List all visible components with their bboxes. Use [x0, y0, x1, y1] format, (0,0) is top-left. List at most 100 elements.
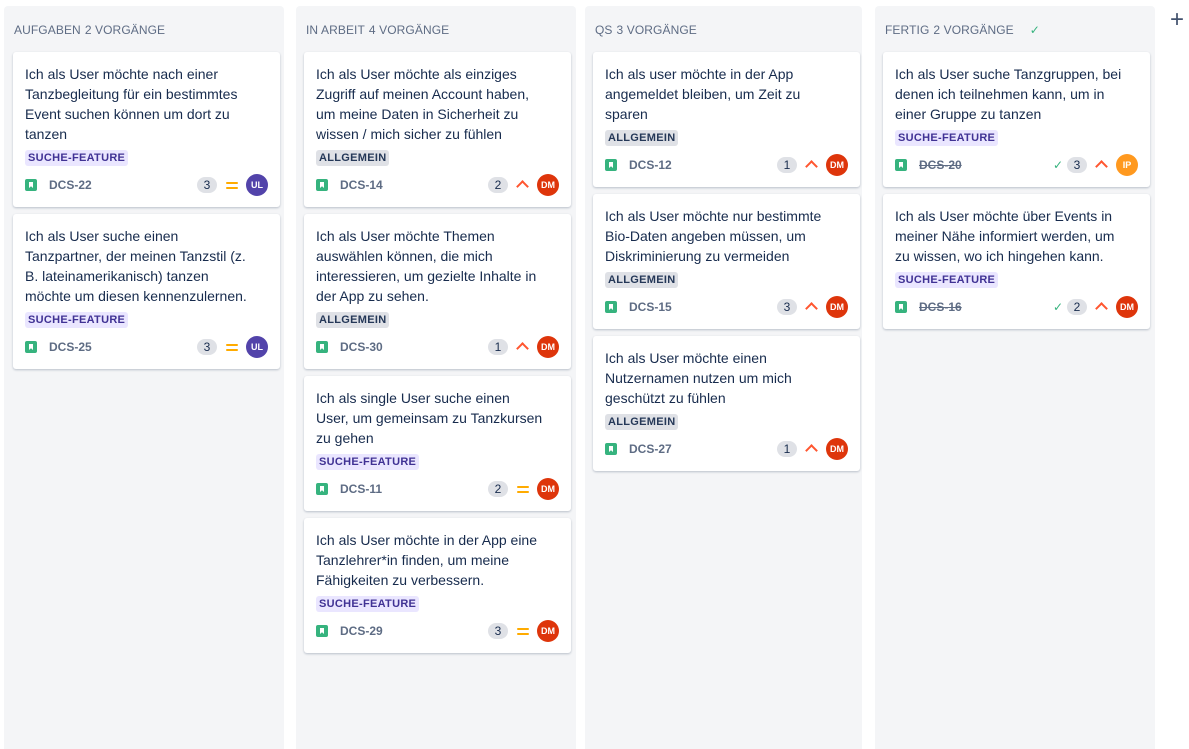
avatar[interactable]: DM [537, 336, 559, 358]
priority-high-icon [1095, 300, 1109, 314]
column-count: 2 VORGÄNGE [84, 23, 166, 37]
card-title: Ich als User möchte nur bestimmte Bio-Da… [605, 208, 822, 264]
priority-high-icon [805, 442, 819, 456]
card-title: Ich als User möchte Themen auswählen kön… [316, 228, 537, 304]
column-header: QS 3 VORGÄNGE [585, 6, 862, 52]
column-title: AUFGABEN [14, 23, 81, 37]
column-title: QS [595, 23, 613, 37]
issue-key[interactable]: DCS-29 [340, 624, 383, 638]
label-badge: SUCHE-FEATURE [25, 150, 129, 166]
label-badge: SUCHE-FEATURE [895, 272, 999, 288]
avatar[interactable]: DM [826, 296, 848, 318]
priority-high-icon [1095, 158, 1109, 172]
card-title: Ich als User möchte als einziges Zugriff… [316, 66, 529, 142]
story-icon [316, 625, 328, 637]
issue-key[interactable]: DCS-20 [919, 158, 962, 172]
issue-card[interactable]: Ich als User möchte Themen auswählen kön… [304, 214, 571, 369]
issue-card[interactable]: Ich als single User suche einen User, um… [304, 376, 571, 511]
column-count: 3 VORGÄNGE [616, 23, 697, 37]
check-icon: ✓ [1029, 23, 1040, 37]
story-icon [895, 301, 907, 313]
column-header: FERTIG 2 VORGÄNGE ✓ [875, 6, 1155, 52]
column-qs: QS 3 VORGÄNGE Ich als user möchte in der… [585, 6, 862, 749]
column-count: 4 VORGÄNGE [368, 23, 450, 37]
story-icon [25, 179, 37, 191]
avatar[interactable]: DM [537, 620, 559, 642]
issue-key[interactable]: DCS-12 [629, 158, 672, 172]
story-icon [605, 443, 617, 455]
label-badge: SUCHE-FEATURE [316, 596, 420, 612]
issue-key[interactable]: DCS-30 [340, 340, 383, 354]
card-title: Ich als User möchte in der App eine Tanz… [316, 532, 538, 588]
card-title: Ich als user möchte in der App angemelde… [605, 66, 801, 122]
priority-medium-icon [225, 178, 239, 192]
issue-key[interactable]: DCS-11 [340, 482, 382, 496]
card-title: Ich als User möchte nach einer Tanzbegle… [25, 66, 238, 142]
avatar[interactable]: DM [537, 478, 559, 500]
story-icon [605, 301, 617, 313]
story-points-badge: 2 [1067, 299, 1087, 315]
issue-card[interactable]: Ich als User möchte nur bestimmte Bio-Da… [593, 194, 860, 329]
avatar[interactable]: DM [826, 154, 848, 176]
column-header: AUFGABEN 2 VORGÄNGE [4, 6, 284, 52]
avatar[interactable]: UL [246, 336, 268, 358]
issue-key[interactable]: DCS-25 [49, 340, 92, 354]
column-count: 2 VORGÄNGE [933, 23, 1014, 37]
priority-medium-icon [516, 624, 530, 638]
story-points-badge: 1 [488, 339, 508, 355]
story-points-badge: 3 [488, 623, 508, 639]
column-in-arbeit: IN ARBEIT 4 VORGÄNGE Ich als User möchte… [296, 6, 576, 749]
priority-high-icon [805, 300, 819, 314]
story-icon [316, 483, 328, 495]
issue-card[interactable]: Ich als User möchte über Events in meine… [883, 194, 1150, 329]
story-points-badge: 1 [777, 441, 797, 457]
story-points-badge: 2 [488, 481, 508, 497]
avatar[interactable]: DM [537, 174, 559, 196]
priority-medium-icon [225, 340, 239, 354]
story-icon [895, 159, 907, 171]
card-title: Ich als single User suche einen User, um… [316, 390, 543, 446]
column-header: IN ARBEIT 4 VORGÄNGE [296, 6, 576, 52]
label-badge: ALLGEMEIN [316, 312, 390, 328]
issue-card[interactable]: Ich als User suche einen Tanzpartner, de… [13, 214, 280, 369]
issue-key[interactable]: DCS-22 [49, 178, 92, 192]
issue-card[interactable]: Ich als User möchte einen Nutzernamen nu… [593, 336, 860, 471]
story-points-badge: 3 [197, 339, 217, 355]
issue-card[interactable]: Ich als User möchte in der App eine Tanz… [304, 518, 571, 653]
add-column-button[interactable]: + [1170, 8, 1184, 32]
priority-medium-icon [516, 482, 530, 496]
card-title: Ich als User suche einen Tanzpartner, de… [25, 228, 247, 304]
issue-card[interactable]: Ich als user möchte in der App angemelde… [593, 52, 860, 187]
story-points-badge: 3 [197, 177, 217, 193]
label-badge: ALLGEMEIN [605, 272, 679, 288]
label-badge: SUCHE-FEATURE [316, 454, 420, 470]
story-icon [605, 159, 617, 171]
issue-key[interactable]: DCS-16 [919, 300, 962, 314]
story-icon [316, 179, 328, 191]
check-icon: ✓ [1052, 158, 1063, 172]
kanban-board: AUFGABEN 2 VORGÄNGE Ich als User möchte … [0, 0, 1189, 749]
label-badge: ALLGEMEIN [605, 414, 679, 430]
avatar[interactable]: DM [826, 438, 848, 460]
story-points-badge: 3 [777, 299, 797, 315]
issue-card[interactable]: Ich als User möchte nach einer Tanzbegle… [13, 52, 280, 207]
avatar[interactable]: DM [1116, 296, 1138, 318]
avatar[interactable]: UL [246, 174, 268, 196]
story-points-badge: 2 [488, 177, 508, 193]
label-badge: SUCHE-FEATURE [25, 312, 129, 328]
story-icon [316, 341, 328, 353]
avatar[interactable]: IP [1116, 154, 1138, 176]
label-badge: ALLGEMEIN [316, 150, 390, 166]
check-icon: ✓ [1052, 300, 1063, 314]
issue-key[interactable]: DCS-15 [629, 300, 672, 314]
column-fertig: FERTIG 2 VORGÄNGE ✓ Ich als User suche T… [875, 6, 1155, 749]
card-title: Ich als User suche Tanzgruppen, bei dene… [895, 66, 1122, 122]
story-points-badge: 1 [777, 157, 797, 173]
priority-high-icon [516, 178, 530, 192]
issue-key[interactable]: DCS-14 [340, 178, 383, 192]
priority-high-icon [516, 340, 530, 354]
issue-card[interactable]: Ich als User suche Tanzgruppen, bei dene… [883, 52, 1150, 187]
issue-card[interactable]: Ich als User möchte als einziges Zugriff… [304, 52, 571, 207]
issue-key[interactable]: DCS-27 [629, 442, 672, 456]
card-title: Ich als User möchte einen Nutzernamen nu… [605, 350, 792, 406]
